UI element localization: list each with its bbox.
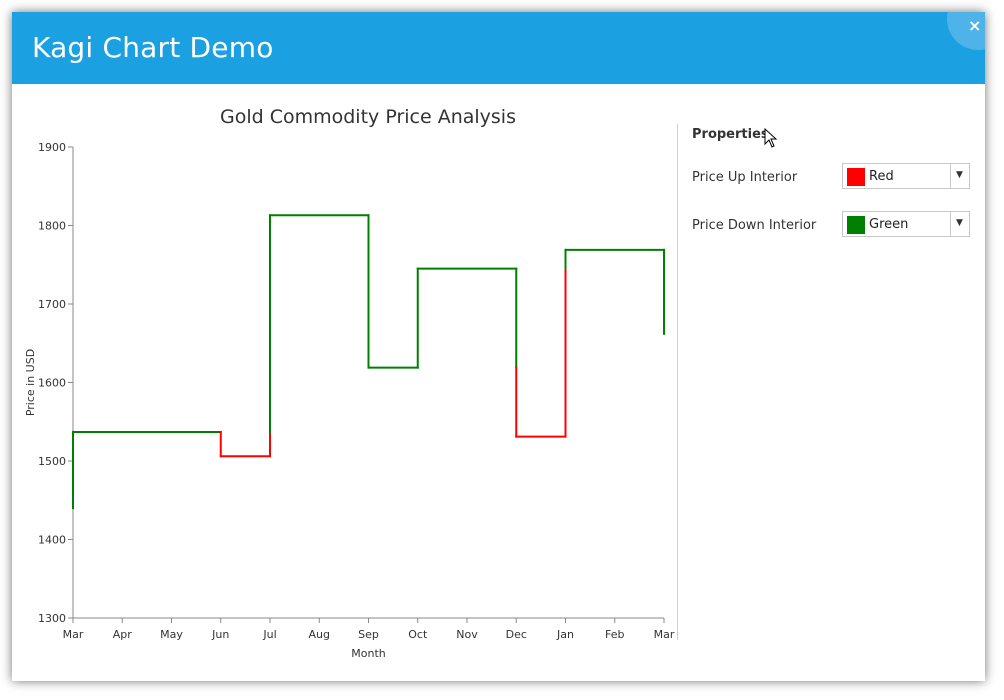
price-up-value: Red: [869, 169, 894, 184]
x-tick-label: May: [160, 628, 183, 641]
price-up-dropdown[interactable]: Red ▼: [842, 163, 970, 189]
close-button[interactable]: ×: [947, 12, 985, 50]
chevron-down-icon: ▼: [956, 170, 963, 180]
chevron-down-icon: ▼: [956, 218, 963, 228]
x-tick-label: Jun: [211, 628, 229, 641]
panel-divider: [677, 124, 678, 640]
y-tick-label: 1500: [38, 455, 66, 468]
dialog-window: Kagi Chart Demo × Gold Commodity Price A…: [12, 12, 985, 681]
y-tick-label: 1400: [38, 534, 66, 547]
x-tick-label: Mar: [63, 628, 84, 641]
y-tick-label: 1600: [38, 377, 66, 390]
kagi-series: [72, 214, 665, 510]
x-tick-label: Aug: [309, 628, 330, 641]
y-tick-label: 1700: [38, 298, 66, 311]
properties-panel: Properties Price Up Interior Red ▼ Price…: [692, 124, 982, 324]
x-tick-label: Mar: [654, 628, 675, 641]
y-tick-label: 1900: [38, 141, 66, 154]
y-tick-label: 1300: [38, 612, 66, 625]
x-tick-label: Sep: [358, 628, 379, 641]
x-tick-label: Jul: [262, 628, 276, 641]
kagi-chart: Gold Commodity Price Analysis 1300 1400 150…: [24, 106, 675, 660]
x-axis-label: Month: [351, 647, 386, 660]
x-tick-label: Dec: [506, 628, 527, 641]
x-tick-label: Apr: [113, 628, 133, 641]
chart-area: Gold Commodity Price Analysis 1300 1400 150…: [12, 84, 678, 681]
x-tick-label: Jan: [556, 628, 574, 641]
price-down-color-swatch: [847, 216, 865, 234]
price-up-color-swatch: [847, 168, 865, 186]
price-down-label: Price Down Interior: [692, 218, 817, 233]
x-tick-label: Oct: [408, 628, 428, 641]
y-tick-label: 1800: [38, 220, 66, 233]
y-axis-label: Price in USD: [24, 349, 37, 416]
price-up-label: Price Up Interior: [692, 170, 798, 185]
price-up-dropdown-button[interactable]: ▼: [950, 164, 969, 188]
title-bar: Kagi Chart Demo ×: [12, 12, 985, 84]
x-tick-label: Nov: [456, 628, 478, 641]
mouse-pointer-icon: [764, 128, 778, 148]
price-down-dropdown[interactable]: Green ▼: [842, 211, 970, 237]
price-down-dropdown-button[interactable]: ▼: [950, 212, 969, 236]
window-title: Kagi Chart Demo: [32, 31, 274, 64]
close-icon: ×: [968, 16, 982, 35]
chart-title: Gold Commodity Price Analysis: [220, 106, 516, 128]
properties-title: Properties: [692, 127, 769, 142]
price-down-value: Green: [869, 217, 909, 232]
x-tick-label: Feb: [605, 628, 624, 641]
